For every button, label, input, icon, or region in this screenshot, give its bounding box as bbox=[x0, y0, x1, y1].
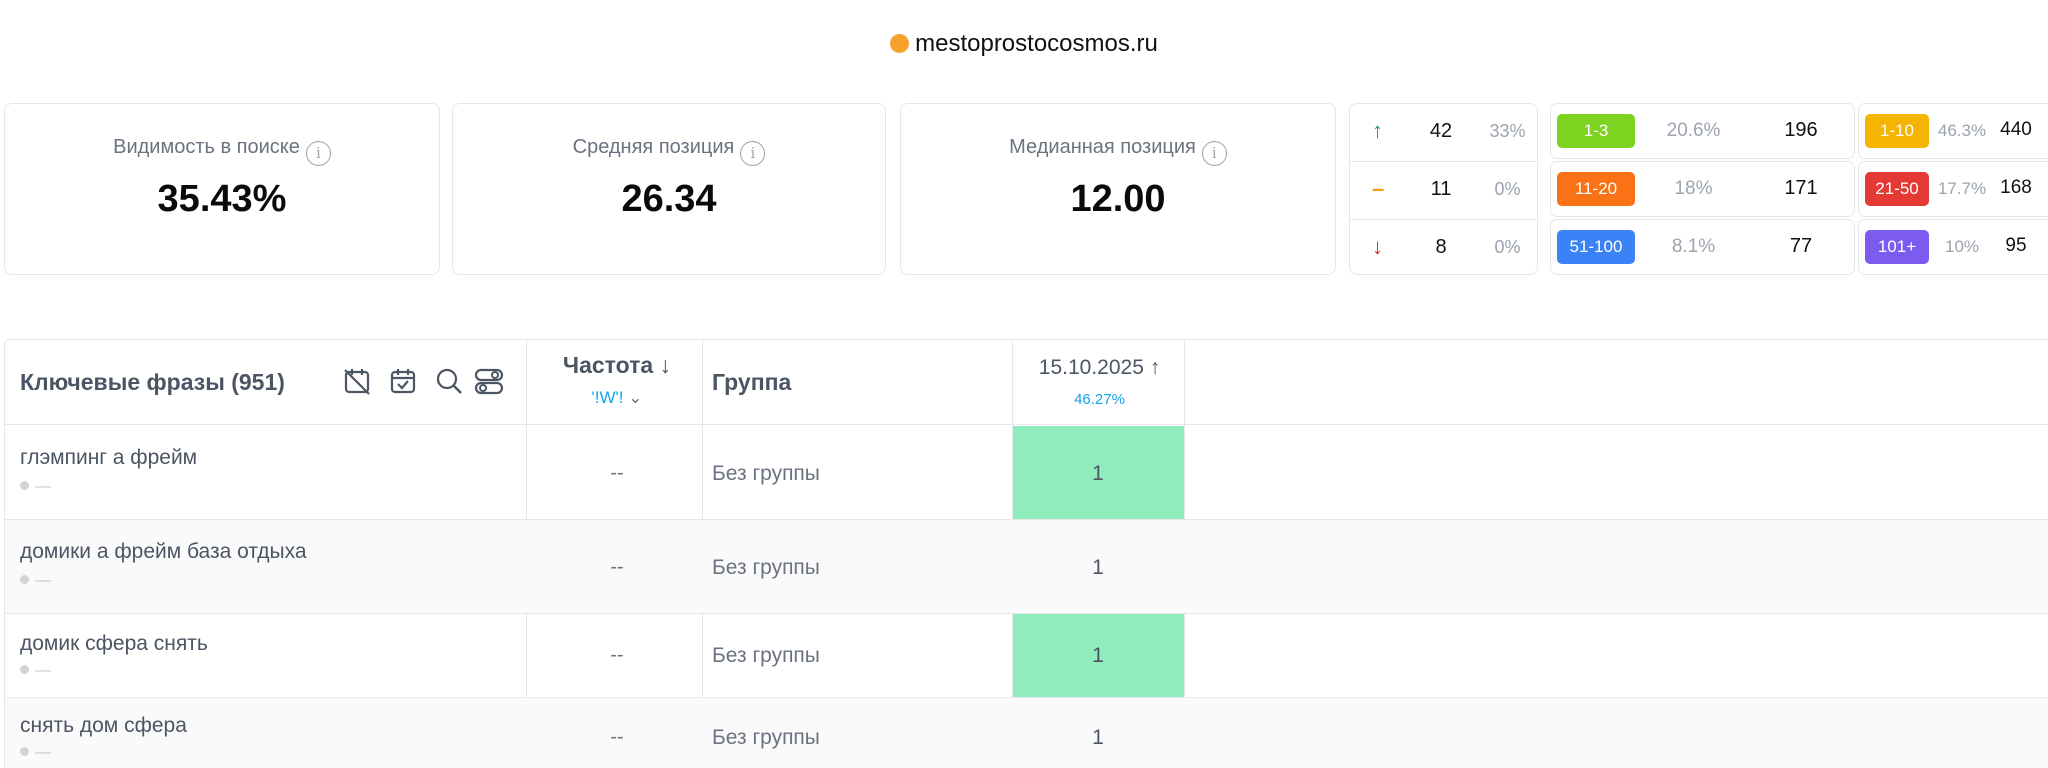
dynamics-percent: 0% bbox=[1494, 237, 1521, 257]
frequency-header[interactable]: Частота ↓ bbox=[532, 352, 702, 379]
median-position-label: Медианная позиция bbox=[1009, 136, 1196, 158]
keyword-meta: — bbox=[35, 478, 51, 495]
visibility-value: 35.43% bbox=[157, 178, 287, 220]
median-position-value: 12.00 bbox=[1070, 178, 1166, 220]
keyword-phrase[interactable]: домики а фрейм база отдыха bbox=[20, 540, 307, 564]
keyword-meta: — bbox=[35, 744, 51, 761]
group-header[interactable]: Группа bbox=[712, 369, 791, 396]
tier-1-10[interactable]: 1-10 46.3% 440 bbox=[1858, 103, 2048, 159]
tier-badge: 101+ bbox=[1865, 230, 1929, 264]
tier-1-3[interactable]: 1-3 20.6% 196 bbox=[1550, 103, 1855, 159]
frequency-value: -- bbox=[610, 726, 624, 748]
status-dot bbox=[20, 481, 29, 490]
group-value[interactable]: Без группы bbox=[712, 462, 820, 486]
tier-count: 95 bbox=[2005, 235, 2027, 256]
average-position-label: Средняя позиция bbox=[572, 136, 735, 158]
site-name[interactable]: mestoprostocosmos.ru bbox=[915, 30, 1158, 57]
site-header: mestoprostocosmos.ru bbox=[0, 30, 2048, 58]
dynamics-percent: 33% bbox=[1489, 121, 1526, 141]
table-row[interactable]: домики а фрейм база отдыха — -- Без груп… bbox=[5, 520, 2048, 614]
median-position-card: Медианная позиция i 12.00 bbox=[900, 103, 1336, 275]
date-header[interactable]: 15.10.2025 ↑ bbox=[1012, 356, 1187, 380]
tier-badge: 11-20 bbox=[1557, 172, 1635, 206]
tier-101-plus[interactable]: 101+ 10% 95 bbox=[1858, 219, 2048, 275]
calendar-remove-icon[interactable] bbox=[341, 365, 373, 397]
frequency-type-value: '!W'! bbox=[591, 388, 624, 407]
position-value: 1 bbox=[1092, 462, 1104, 485]
tier-badge: 51-100 bbox=[1557, 230, 1635, 264]
tier-percent: 8.1% bbox=[1671, 236, 1716, 257]
tier-count: 168 bbox=[2000, 177, 2032, 198]
tier-percent: 17.7% bbox=[1937, 179, 1987, 198]
dynamics-count: 42 bbox=[1429, 120, 1453, 142]
visibility-label: Видимость в поиске bbox=[113, 136, 300, 158]
keyword-phrase[interactable]: домик сфера снять bbox=[20, 632, 208, 656]
group-value[interactable]: Без группы bbox=[712, 644, 820, 668]
frequency-value: -- bbox=[610, 644, 624, 666]
keyword-phrase[interactable]: глэмпинг а фрейм bbox=[20, 446, 197, 470]
tier-badge: 1-10 bbox=[1865, 114, 1929, 148]
tier-percent: 10% bbox=[1944, 237, 1980, 256]
search-icon[interactable] bbox=[433, 365, 465, 397]
visibility-card: Видимость в поиске i 35.43% bbox=[4, 103, 440, 275]
tier-count: 196 bbox=[1784, 119, 1818, 141]
table-row[interactable]: домик сфера снять — -- Без группы 1 bbox=[5, 614, 2048, 698]
sort-up-icon: ↑ bbox=[1143, 356, 1161, 379]
average-position-card: Средняя позиция i 26.34 bbox=[452, 103, 886, 275]
info-icon[interactable]: i bbox=[305, 141, 331, 166]
position-value: 1 bbox=[1092, 726, 1104, 749]
tier-badge: 1-3 bbox=[1557, 114, 1635, 148]
average-position-value: 26.34 bbox=[621, 178, 717, 220]
tier-percent: 20.6% bbox=[1666, 120, 1721, 141]
tier-11-20[interactable]: 11-20 18% 171 bbox=[1550, 161, 1855, 217]
frequency-type-select[interactable]: '!W'! ⌄ bbox=[532, 388, 702, 408]
dash-icon: – bbox=[1372, 176, 1385, 201]
tier-21-50[interactable]: 21-50 17.7% 168 bbox=[1858, 161, 2048, 217]
tier-count: 171 bbox=[1784, 177, 1818, 199]
dynamics-count: 11 bbox=[1430, 178, 1452, 200]
arrow-up-icon: ↑ bbox=[1372, 118, 1383, 143]
position-value: 1 bbox=[1092, 556, 1104, 579]
tier-percent: 46.3% bbox=[1937, 121, 1987, 140]
tier-badge: 21-50 bbox=[1865, 172, 1929, 206]
dynamics-row-up[interactable]: ↑ 42 33% bbox=[1350, 104, 1537, 162]
info-icon[interactable]: i bbox=[1201, 141, 1227, 166]
table-header: Ключевые фразы (951) Частота ↓ '!W'! ⌄ Г bbox=[5, 340, 2048, 425]
info-icon[interactable]: i bbox=[740, 141, 766, 166]
tier-count: 77 bbox=[1789, 235, 1813, 257]
sort-down-icon: ↓ bbox=[653, 352, 672, 378]
site-status-dot bbox=[890, 34, 910, 53]
date-visibility: 46.27% bbox=[1074, 391, 1125, 408]
chevron-down-icon: ⌄ bbox=[623, 388, 643, 407]
keyword-phrase[interactable]: снять дом сфера bbox=[20, 714, 187, 738]
keyword-meta: — bbox=[35, 572, 51, 589]
status-dot bbox=[20, 747, 29, 756]
status-dot bbox=[20, 665, 29, 674]
table-row[interactable]: снять дом сфера — -- Без группы 1 bbox=[5, 698, 2048, 768]
keywords-table: Ключевые фразы (951) Частота ↓ '!W'! ⌄ Г bbox=[4, 339, 2048, 768]
frequency-value: -- bbox=[610, 462, 624, 484]
keyword-meta: — bbox=[35, 662, 51, 679]
tier-count: 440 bbox=[2000, 119, 2032, 140]
group-value[interactable]: Без группы bbox=[712, 556, 820, 580]
frequency-header-label: Частота bbox=[562, 352, 654, 378]
tier-percent: 18% bbox=[1674, 178, 1713, 199]
dynamics-row-same[interactable]: – 11 0% bbox=[1350, 162, 1537, 220]
position-dynamics: ↑ 42 33% – 11 0% ↓ 8 0% bbox=[1349, 103, 1538, 275]
keywords-title: Ключевые фразы (951) bbox=[20, 369, 285, 395]
toggle-settings-icon[interactable] bbox=[473, 365, 505, 397]
group-value[interactable]: Без группы bbox=[712, 726, 820, 750]
dynamics-row-down[interactable]: ↓ 8 0% bbox=[1350, 220, 1537, 278]
tier-51-100[interactable]: 51-100 8.1% 77 bbox=[1550, 219, 1855, 275]
date-header-label: 15.10.2025 bbox=[1038, 356, 1144, 379]
dynamics-count: 8 bbox=[1435, 236, 1447, 258]
arrow-down-icon: ↓ bbox=[1372, 234, 1383, 259]
table-row[interactable]: глэмпинг а фрейм — -- Без группы 1 bbox=[5, 426, 2048, 520]
dynamics-percent: 0% bbox=[1494, 179, 1521, 199]
frequency-value: -- bbox=[610, 556, 624, 578]
status-dot bbox=[20, 575, 29, 584]
position-value: 1 bbox=[1092, 644, 1104, 667]
calendar-check-icon[interactable] bbox=[387, 365, 419, 397]
